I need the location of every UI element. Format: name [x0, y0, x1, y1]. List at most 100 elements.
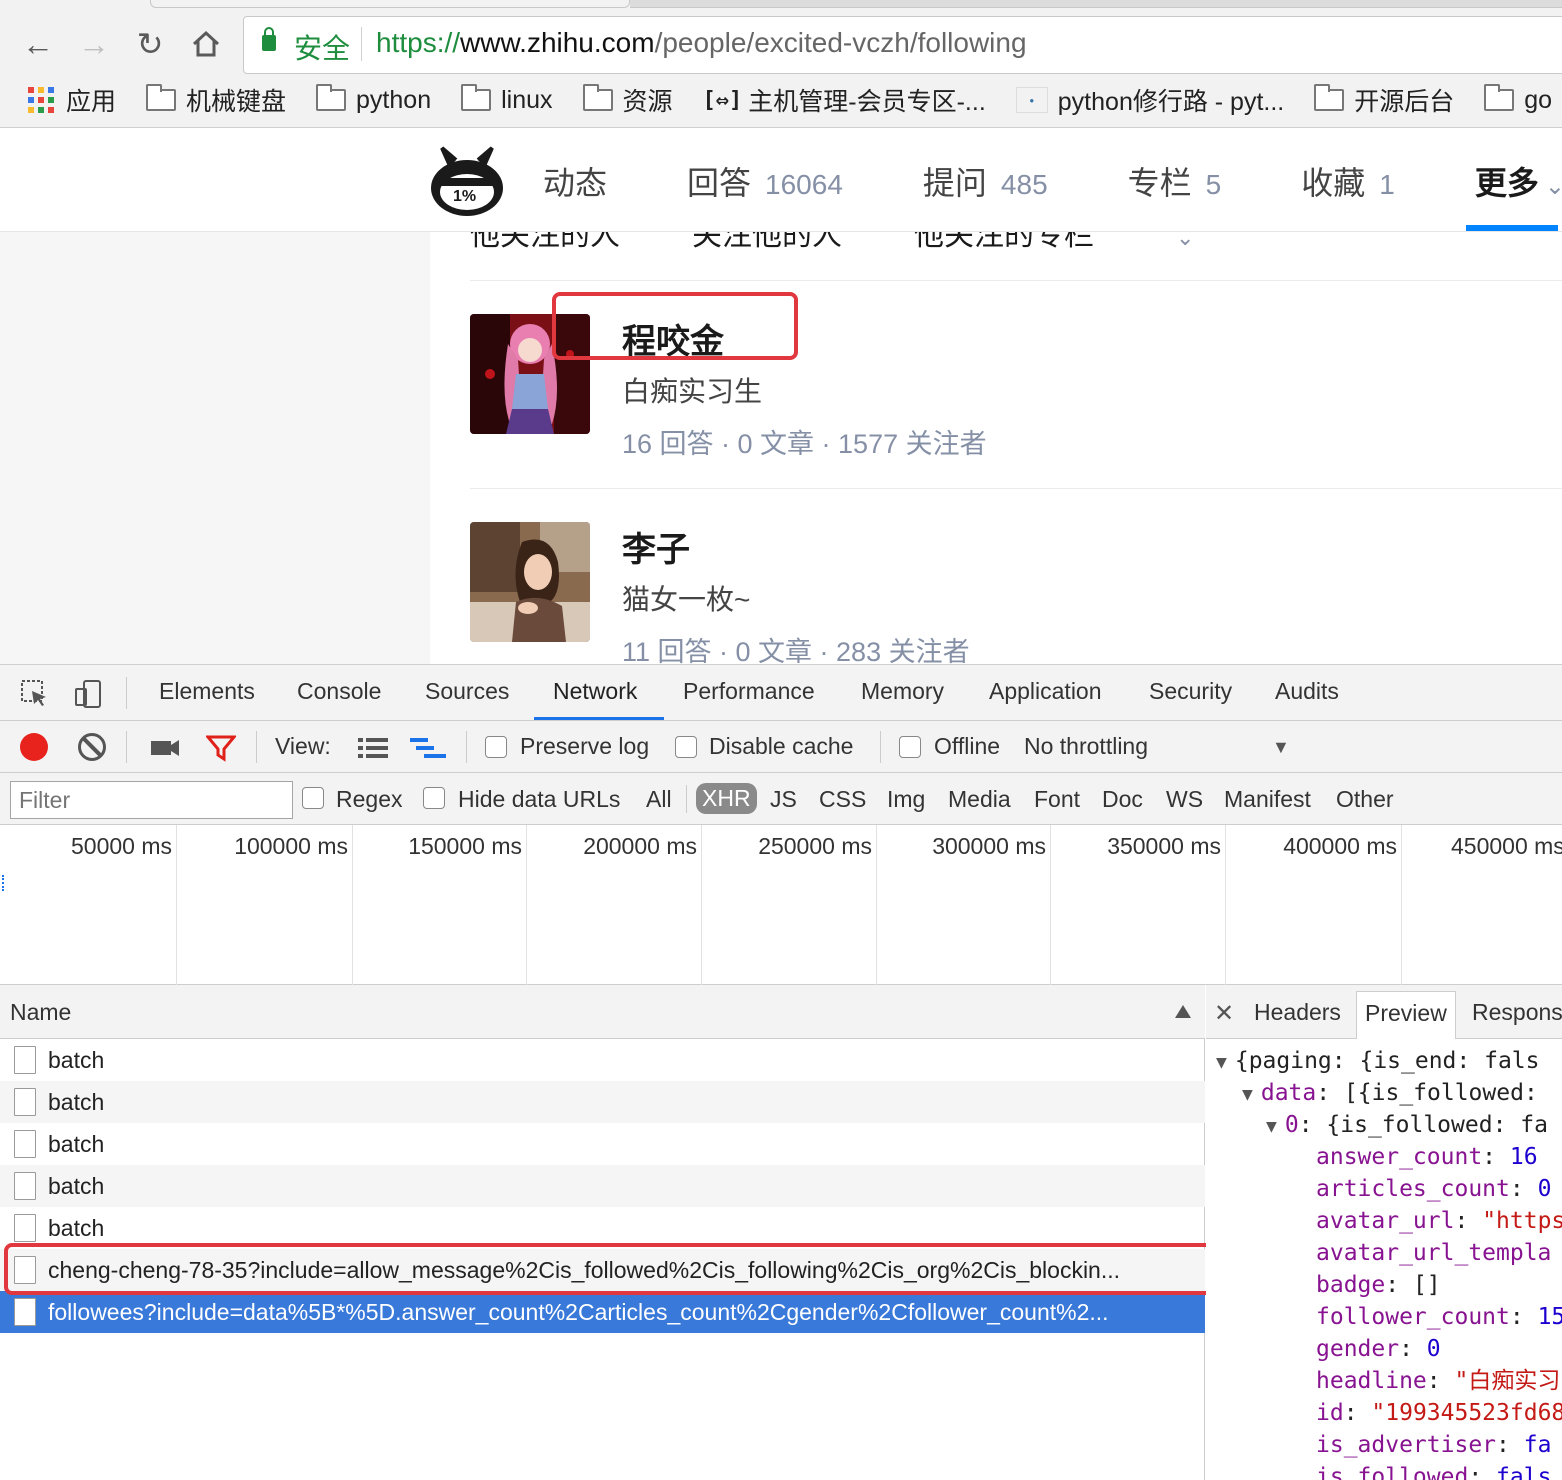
timeline-tick: 50000 ms [0, 825, 177, 985]
bookmark-opensource[interactable]: 开源后台 [1314, 82, 1454, 118]
bookmark-label: 资源 [622, 88, 673, 116]
json-line[interactable]: ▼ 0: {is_followed: fa [1266, 1109, 1548, 1143]
tab-audits[interactable]: Audits [1275, 678, 1339, 705]
device-toolbar-icon[interactable] [74, 679, 102, 708]
bookmark-apps[interactable]: 应用 [28, 82, 116, 118]
bookmark-keyboard[interactable]: 机械键盘 [146, 82, 286, 118]
table-row[interactable]: batch [0, 1039, 1205, 1081]
tick-label: 300000 ms [932, 833, 1046, 859]
chevron-down-icon: ⌄ [1544, 173, 1562, 200]
bookmark-resources[interactable]: 资源 [582, 82, 673, 118]
active-tab-underline [534, 717, 664, 720]
filter-type-manifest[interactable]: Manifest [1224, 786, 1311, 813]
home-icon[interactable] [188, 26, 224, 62]
tab-questions[interactable]: 提问 485 [923, 158, 1048, 204]
table-row[interactable]: batch [0, 1123, 1205, 1165]
tab-console[interactable]: Console [297, 678, 381, 705]
tick-label: 150000 ms [408, 833, 522, 859]
tab-memory[interactable]: Memory [861, 678, 944, 705]
throttling-select[interactable]: No throttling [1024, 733, 1148, 760]
timeline-tick: 150000 ms [353, 825, 527, 985]
record-icon[interactable] [20, 733, 48, 761]
filter-type-js[interactable]: JS [770, 786, 797, 813]
secure-label: 安全 [294, 33, 351, 64]
timeline-tick: 200000 ms [527, 825, 702, 985]
filter-type-all[interactable]: All [646, 786, 672, 813]
json-text: {paging: {is_end: fals [1234, 1048, 1540, 1074]
list-view-icon[interactable] [358, 737, 388, 765]
tab-security[interactable]: Security [1149, 678, 1232, 705]
bookmark-host-admin[interactable]: [⇔] 主机管理-会员专区-... [703, 82, 986, 118]
tab-sources[interactable]: Sources [425, 678, 509, 705]
tab-more[interactable]: 更多 ⌄ [1475, 158, 1562, 204]
tab-headers[interactable]: Headers [1254, 999, 1341, 1026]
close-icon[interactable]: ✕ [1214, 999, 1234, 1028]
filter-type-ws[interactable]: WS [1166, 786, 1203, 813]
back-icon[interactable]: ← [20, 26, 56, 62]
hide-data-urls-checkbox[interactable] [423, 787, 445, 809]
json-value: 0 [1537, 1176, 1552, 1202]
expand-triangle-icon[interactable]: ▼ [1216, 1052, 1227, 1073]
user-avatar-logo[interactable]: 1% [428, 146, 506, 218]
tab-label: 回答 [687, 165, 752, 201]
preserve-log-checkbox[interactable] [485, 736, 507, 758]
forward-icon[interactable]: → [76, 26, 112, 62]
user-name[interactable]: 李子 [622, 522, 690, 571]
filter-type-media[interactable]: Media [948, 786, 1011, 813]
tab-response[interactable]: Respons [1472, 999, 1562, 1026]
active-tab[interactable] [150, 0, 630, 8]
tab-preview[interactable]: Preview [1356, 991, 1456, 1039]
tick-label: 400000 ms [1283, 833, 1397, 859]
request-name: followees?include=data%5B*%5D.answer_cou… [48, 1299, 1109, 1325]
filter-input[interactable] [10, 781, 293, 819]
table-row-selected[interactable]: followees?include=data%5B*%5D.answer_cou… [0, 1291, 1205, 1333]
filter-icon[interactable] [204, 733, 238, 762]
tab-answers[interactable]: 回答 16064 [687, 158, 843, 204]
avatar[interactable] [470, 522, 590, 642]
sort-ascending-icon[interactable] [1175, 1005, 1191, 1018]
dropdown-arrow-icon[interactable]: ▼ [1272, 737, 1290, 758]
separator [466, 731, 467, 763]
filter-type-font[interactable]: Font [1034, 786, 1080, 813]
reload-icon[interactable]: ↻ [132, 26, 168, 62]
detail-tabbar: ✕ Headers Preview Respons [1206, 985, 1562, 1039]
expand-triangle-icon[interactable]: ▼ [1266, 1116, 1277, 1137]
filter-type-xhr[interactable]: XHR [696, 783, 757, 814]
json-line[interactable]: ▼ {paging: {is_end: fals [1216, 1045, 1539, 1079]
column-header-name[interactable]: Name [10, 999, 71, 1026]
requests-header[interactable]: Name [0, 985, 1205, 1039]
bookmark-linux[interactable]: linux [461, 84, 553, 115]
bookmark-python-road[interactable]: ● python修行路 - pyt... [1015, 82, 1284, 118]
table-row[interactable]: batch [0, 1081, 1205, 1123]
filter-type-doc[interactable]: Doc [1102, 786, 1143, 813]
regex-checkbox[interactable] [302, 787, 324, 809]
tab-collections[interactable]: 收藏 1 [1301, 158, 1395, 204]
tab-label: 提问 [922, 165, 987, 201]
disable-cache-checkbox[interactable] [675, 736, 697, 758]
url-text[interactable]: https://www.zhihu.com/people/excited-vcz… [376, 27, 1027, 59]
json-line[interactable]: ▼ data: [{is_followed: [1242, 1077, 1538, 1111]
bookmark-go[interactable]: go [1484, 84, 1552, 115]
filter-type-css[interactable]: CSS [819, 786, 866, 813]
expand-triangle-icon[interactable]: ▼ [1242, 1084, 1253, 1105]
tick-label: 200000 ms [583, 833, 697, 859]
inspect-element-icon[interactable] [20, 679, 48, 707]
tab-columns[interactable]: 专栏 5 [1128, 158, 1222, 204]
tab-performance[interactable]: Performance [683, 678, 815, 705]
table-row[interactable]: batch [0, 1165, 1205, 1207]
tab-elements[interactable]: Elements [159, 678, 255, 705]
filter-type-other[interactable]: Other [1336, 786, 1394, 813]
waterfall-view-icon[interactable] [410, 737, 446, 765]
screenshot-camera-icon[interactable] [150, 735, 179, 763]
json-line: avatar_url_templa [1316, 1237, 1551, 1269]
filter-type-img[interactable]: Img [887, 786, 925, 813]
tab-application[interactable]: Application [989, 678, 1102, 705]
clear-icon[interactable] [78, 733, 106, 761]
tab-network[interactable]: Network [553, 678, 637, 705]
tab-activity[interactable]: 动态 [543, 158, 607, 204]
bookmark-label: 机械键盘 [186, 88, 287, 116]
offline-checkbox[interactable] [899, 736, 921, 758]
bookmark-python[interactable]: python [316, 84, 431, 115]
address-bar[interactable]: 安全 https://www.zhihu.com/people/excited-… [243, 16, 1562, 74]
timeline-overview[interactable]: 50000 ms 100000 ms 150000 ms 200000 ms 2… [0, 825, 1562, 985]
